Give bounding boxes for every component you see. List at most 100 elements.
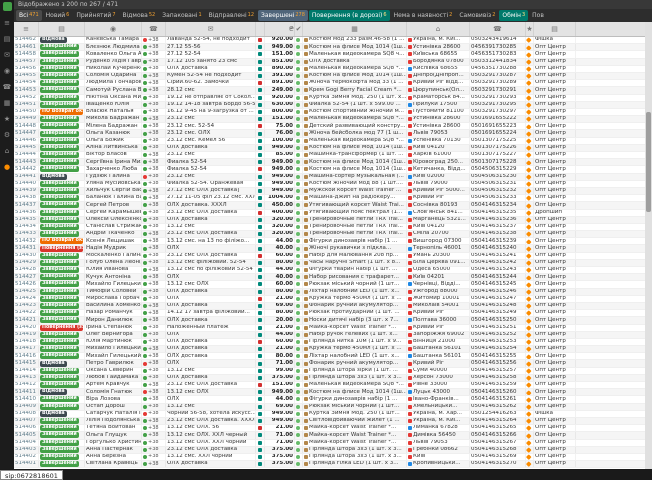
table-row[interactable]: 514404ЗавершенийГоргулько Христина ...+3… xyxy=(14,440,645,447)
table-row[interactable]: 514444ЗавершенийВіктор Власов+3823.12 см… xyxy=(14,152,645,159)
table-row[interactable]: 514411ВідмоваСоломія Гнатюк+3813.12 смс … xyxy=(14,389,645,396)
table-row[interactable]: 514437ЗавершенийСергей Петров+38ОЛХ дост… xyxy=(14,202,645,209)
tab-completed[interactable]: Завершені278 xyxy=(258,10,308,21)
table-row[interactable]: 514422ЗавершенийНазар Романчук+3814.12 1… xyxy=(14,310,645,317)
table-row[interactable]: 514442ЗавершенийЗахарченко Люба+38Фиалка… xyxy=(14,166,645,173)
tab-all[interactable]: Всі471 xyxy=(16,10,42,21)
table-row[interactable]: 514415ВідмоваПетро Гаврилюк+38ОЛХ71.00Фо… xyxy=(14,360,645,367)
col-carrier-header[interactable] xyxy=(256,22,265,36)
table-row[interactable]: 514418ЗавершенийЮлія Мартинюк+38ОЛХ дост… xyxy=(14,339,645,346)
table-row[interactable]: 514425ЗавершенийТимофій Соловей+38ОЛХ до… xyxy=(14,289,645,296)
table-row[interactable]: 514462ВідмоваКанєвська Тамара+38Лаванда … xyxy=(14,37,645,44)
table-row[interactable]: 514402ЗавершенийАнна Березна+3813.12 смс… xyxy=(14,454,645,461)
table-row[interactable]: 514412ЗавершенийАртем Кравчук+3823.12 см… xyxy=(14,382,645,389)
table-row[interactable]: 514453ЗавершенийСамотуй Руслана Вол...+3… xyxy=(14,87,645,94)
table-row[interactable]: 514436ЗавершенийСергей Карамышев+3823.12… xyxy=(14,210,645,217)
table-row[interactable]: 514449ЗавершенийМикола Бадражан+3823.12 … xyxy=(14,116,645,123)
favorites-icon[interactable]: ★ xyxy=(4,116,10,123)
table-row[interactable]: 514426ЗавершенийМихайло Гилецький+3813.1… xyxy=(14,281,645,288)
table-row[interactable]: 514429ЗавершенийГолуб Олена Леонід...+38… xyxy=(14,260,645,267)
home-icon[interactable]: ⌂ xyxy=(5,148,9,155)
table-row[interactable]: 514456ЗавершенийНиколай Кучеренко+38ОЛХ … xyxy=(14,66,645,73)
col-total-header[interactable]: ₴ xyxy=(265,22,295,36)
table-row[interactable]: 514408ВідмоваСатарчук Наталія Гр...+38Чо… xyxy=(14,411,645,418)
table-row[interactable]: 514421ЗавершенийМирон Данилюк+38ОЛХ дост… xyxy=(14,317,645,324)
table-row[interactable]: 514461ЗавершенийБлєзнюк Людмила Ан...+38… xyxy=(14,44,645,51)
col-phone-header[interactable]: ☎ xyxy=(470,22,526,36)
col-status-header[interactable]: ▤ xyxy=(39,22,85,36)
channel-icon-cell xyxy=(526,95,534,101)
table-row[interactable]: 514457ЗавершенийРуденко Лідія Гаври...+3… xyxy=(14,59,645,66)
col-channel-icon-header[interactable]: ★ xyxy=(526,22,534,36)
table-row[interactable]: 514445ЗавершенийАліна Литвинська+38ОЛХ д… xyxy=(14,145,645,152)
col-channel-header[interactable]: ▤ xyxy=(534,22,576,36)
table-row[interactable]: 514451ЗавершенийІващенко Юлія+3819.12 14… xyxy=(14,102,645,109)
notifications-icon[interactable]: ● xyxy=(4,164,10,171)
table-row[interactable]: 514416ЗавершенийМихайл Гилецький+38ОЛХ д… xyxy=(14,353,645,360)
table-row[interactable]: 514406ЗавершенийТетяна Войтован+3813.12 … xyxy=(14,425,645,432)
tab-more[interactable]: Пов xyxy=(529,10,547,21)
stats-icon[interactable]: ▦ xyxy=(4,100,11,107)
table-row[interactable]: 514435ЗавершенийОлексій Олексієнко+38ОЛХ… xyxy=(14,217,645,224)
scrollbar-thumb[interactable] xyxy=(646,112,651,212)
tab-shipped[interactable]: Відправлені12 xyxy=(206,10,257,21)
table-row[interactable]: 514403ЗавершенийАнна Пастернак+3823.12 с… xyxy=(14,447,645,454)
table-row[interactable]: 514434ЗавершенийСтаніслав Стрижак+3813.1… xyxy=(14,224,645,231)
tab-packed[interactable]: Запаковані1 xyxy=(159,10,204,21)
table-row[interactable]: 514443ЗавершенийСергіївна Ірина Мих...+3… xyxy=(14,159,645,166)
table-row[interactable]: 514458ЗавершенийКоваленко Ольга Ар...+38… xyxy=(14,51,645,58)
table-row[interactable]: 514438ЗавершенийБаланюк Галина Вас...+38… xyxy=(14,195,645,202)
table-row[interactable]: 514452ЗавершенийНікітіна Оксана Мик...+3… xyxy=(14,95,645,102)
table-row[interactable]: 514424ЗавершенийМирослава Горбач+38ОЛХ21… xyxy=(14,296,645,303)
contacts-icon[interactable]: ◉ xyxy=(4,68,10,75)
col-customer-header[interactable]: ◉ xyxy=(85,22,142,36)
menu-icon[interactable]: ≡ xyxy=(4,20,10,27)
orders-icon[interactable]: ▤ xyxy=(4,36,11,43)
table-row[interactable]: 514407ЗавершенийЛілія Подолянська+3823.1… xyxy=(14,418,645,425)
table-row[interactable]: 514439ЗавершенийХильчук Сергій Вас...+38… xyxy=(14,188,645,195)
col-products-header[interactable]: ▦ xyxy=(303,22,407,36)
table-row[interactable]: 514448ЗавершенийМілена Бадражан+3823.12 … xyxy=(14,123,645,130)
tab-exchange[interactable]: Обмін3 xyxy=(499,10,528,21)
table-row[interactable]: 514430ЗавершенийМоскаленко Галина В...+3… xyxy=(14,253,645,260)
table-row[interactable]: 514446ЗавершенийОльга Божик+3823.12 смс.… xyxy=(14,138,645,145)
col-comment-header[interactable]: ✉ xyxy=(166,22,256,36)
table-row[interactable]: 514440ЗавершенийУляна Мусійовська+38Фиал… xyxy=(14,181,645,188)
vertical-scrollbar[interactable] xyxy=(645,22,652,469)
table-row[interactable]: 514409ЗавершенийОстап Дорош+3813.12 смс6… xyxy=(14,404,645,411)
col-paid-header[interactable]: ✔ xyxy=(295,22,303,36)
table-row[interactable]: 514410ЗавершенийВіра Лозова+38ОЛХ44.00Фі… xyxy=(14,396,645,403)
settings-icon[interactable]: ⚙ xyxy=(4,132,10,139)
table-row[interactable]: 514405ЗавершенийОльга Глущук+3813.12 смс… xyxy=(14,432,645,439)
tab-refused[interactable]: Відмова52 xyxy=(120,10,159,21)
table-row[interactable]: 514447ЗавершенийОльга Казанюк+3823.12 см… xyxy=(14,130,645,137)
mail-icon[interactable]: ✉ xyxy=(4,52,10,59)
table-row[interactable]: 514428ЗавершенийЮлия Иванова+3813.12 смс… xyxy=(14,267,645,274)
table-row[interactable]: 514433ЗавершенийАндрій Ткаченко+3823.12 … xyxy=(14,231,645,238)
table-row[interactable]: 514420Повернення (з...Ірина Степанюк+38Н… xyxy=(14,325,645,332)
col-contact-header[interactable]: ☎ xyxy=(142,22,166,36)
phone-icon[interactable]: ☎ xyxy=(3,84,12,91)
table-row[interactable]: 514427ЗавершенийКучук Антоніна+38ОЛХ40.0… xyxy=(14,274,645,281)
table-row[interactable]: 514450ПО Возврат ок.Власюк Наталья+3816.… xyxy=(14,109,645,116)
carrier-icon xyxy=(258,38,262,42)
table-row[interactable]: 514455ЗавершенийСоломія Одарина+38Кумен … xyxy=(14,73,645,80)
table-row[interactable]: 514423ЗавершенийВасилина Хоменко+38ОЛХ д… xyxy=(14,303,645,310)
tab-accepted[interactable]: Прийнятий7 xyxy=(73,10,118,21)
table-row[interactable]: 514414ЗавершенийОксана Северин+3813.12 с… xyxy=(14,368,645,375)
table-row[interactable]: 514441ВідмоваГудзюк Галина+3823.12 смс94… xyxy=(14,174,645,181)
table-row[interactable]: 514432ПО Возврат ок.Ксенія Лещишак+3813.… xyxy=(14,238,645,245)
tab-pickup[interactable]: Самовивіз2 xyxy=(456,10,498,21)
col-region-header[interactable]: ⌂ xyxy=(407,22,470,36)
tab-return-transit[interactable]: Повернення (в дорозі)6 xyxy=(309,10,390,21)
table-row[interactable]: 514413ЗавершенийЛюбов Гайдамака+38ОЛХ до… xyxy=(14,375,645,382)
table-row[interactable]: 514401ЗавершенийСвітлана Кравець+38ОЛХ д… xyxy=(14,461,645,468)
col-id-header[interactable]: ≡ xyxy=(14,22,39,36)
customer-phone: 0504506315231 xyxy=(470,181,526,187)
table-row[interactable]: 514454ЗавершенийЛюдмила Гончарова+38Сіри… xyxy=(14,80,645,87)
table-row[interactable]: 514431Повернення (з...Надія Мудрик+38ОЛХ… xyxy=(14,245,645,252)
tab-new[interactable]: Новий6 xyxy=(43,10,73,21)
tab-out-of-stock[interactable]: Нема в наявності2 xyxy=(391,10,456,21)
table-row[interactable]: 514419ЗавершенийОлег Вернигора+38ОЛХ44.0… xyxy=(14,332,645,339)
table-row[interactable]: 514417ЗавершенийМихайло Гилецький+38ОЛХ … xyxy=(14,346,645,353)
